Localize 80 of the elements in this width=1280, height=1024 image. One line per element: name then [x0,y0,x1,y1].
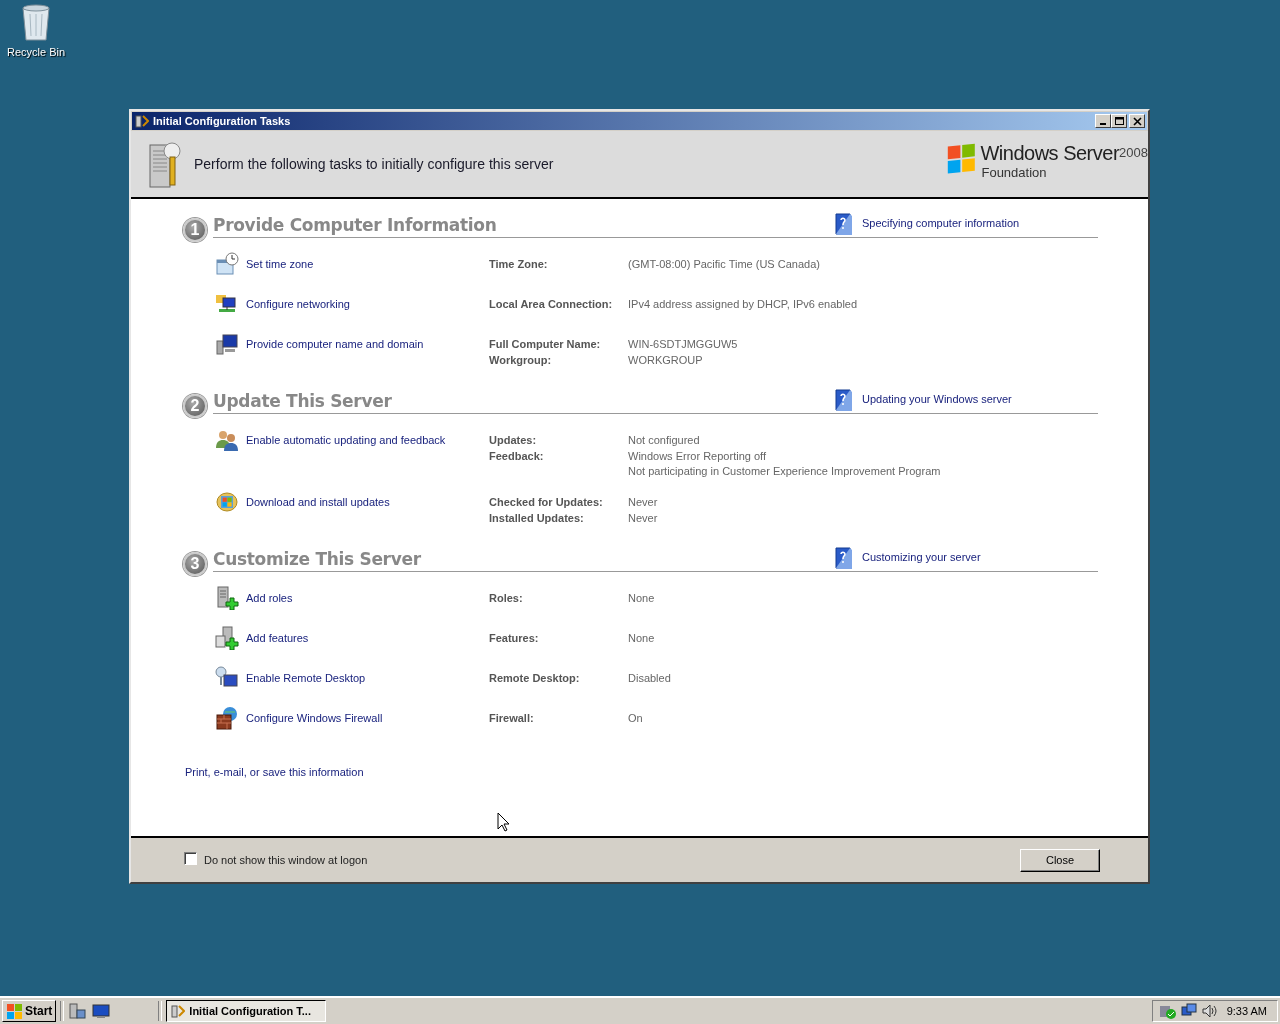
minimize-icon [1100,123,1106,125]
detail-value: Not participating in Customer Experience Improvement Program [628,464,942,478]
help-book-icon [834,545,854,569]
detail-value: Never [628,495,659,509]
maximize-icon [1114,117,1124,125]
product-name: Windows Server [980,142,1120,165]
speaker-icon [1200,1003,1217,1019]
computer-icon [215,332,239,356]
help-link[interactable]: Specifying computer information [862,217,1020,229]
task-link[interactable]: Provide computer name and domain [246,336,424,352]
detail-value: Not configured [628,433,701,447]
print-email-save-link[interactable]: Print, e-mail, or save this information [185,766,364,778]
help-book-icon [834,211,854,235]
update-globe-icon [215,490,239,514]
section-title: Update This Server [213,391,393,411]
detail-label: Updates: [489,433,538,448]
task-link[interactable]: Enable automatic updating and feedback [246,432,446,448]
detail-label: Features: [489,631,540,646]
detail-label: Workgroup: [489,353,553,368]
detail-value: WIN-6SDTJMGGUW5 [628,337,739,351]
task-link[interactable]: Configure Windows Firewall [246,710,383,726]
detail-label: Local Area Connection: [489,297,614,312]
maximize-button[interactable] [1111,114,1127,128]
minimize-button[interactable] [1095,114,1111,128]
detail-label: Firewall: [489,711,535,726]
detail-value: (GMT-08:00) Pacific Time (US Canada) [628,257,821,271]
detail-label: Roles: [489,591,524,606]
detail-label: Feedback: [489,449,545,464]
clock: 9:33 AM [1226,1005,1267,1017]
window-title: Initial Configuration Tasks [153,115,292,127]
detail-label: Time Zone: [489,257,549,272]
detail-label: Installed Updates: [489,511,585,526]
task-link[interactable]: Download and install updates [246,494,390,510]
remote-desktop-icon [215,666,239,690]
start-button[interactable]: Start [2,1000,57,1022]
product-version: 2008 [1119,145,1148,160]
help-link[interactable]: Customizing your server [862,551,981,563]
mouse-pointer-icon [497,812,509,832]
header-text: Perform the following tasks to initially configure this server [194,156,555,172]
task-link[interactable]: Add roles [246,590,293,606]
detail-label: Remote Desktop: [489,671,581,686]
recycle-bin-icon [19,2,53,42]
calendar-clock-icon [215,252,239,276]
checkbox-label: Do not show this window at logon [204,854,368,866]
server-add-icon [215,626,239,650]
help-book-icon [834,387,854,411]
section-title: Provide Computer Information [213,215,498,235]
detail-value: Windows Error Reporting off [628,449,767,463]
task-link[interactable]: Set time zone [246,256,314,272]
taskbar-button[interactable]: Initial Configuration T... [166,1000,327,1022]
step-number: 2 [183,394,207,418]
server-tools-icon [147,139,181,189]
close-button[interactable] [1129,114,1145,128]
detail-label: Full Computer Name: [489,337,602,352]
detail-value: None [628,631,656,645]
users-icon [215,428,239,452]
network-status-icon [1180,1003,1197,1019]
product-edition: Foundation [981,165,1048,180]
detail-value: On [628,711,644,725]
checkbox[interactable] [184,851,197,865]
detail-value: None [628,591,656,605]
desktop-icon-label[interactable]: Recycle Bin [6,46,66,58]
windows-flag-icon [6,1002,23,1020]
detail-value: WORKGROUP [628,353,704,367]
close-icon [1132,116,1142,126]
server-add-icon [215,586,239,610]
help-link[interactable]: Updating your Windows server [862,393,1012,405]
close-button[interactable]: Close [1020,848,1100,872]
server-manager-icon[interactable] [68,1002,87,1020]
detail-value: IPv4 address assigned by DHCP, IPv6 enabled [628,297,859,311]
detail-label: Checked for Updates: [489,495,604,510]
task-link[interactable]: Add features [246,630,309,646]
step-number: 1 [183,218,207,242]
detail-value: Disabled [628,671,672,685]
section-title: Customize This Server [213,549,422,569]
task-link[interactable]: Configure networking [246,296,350,312]
step-number: 3 [183,552,207,576]
task-link[interactable]: Enable Remote Desktop [246,670,366,686]
detail-value: Never [628,511,659,525]
firewall-icon [215,706,239,730]
